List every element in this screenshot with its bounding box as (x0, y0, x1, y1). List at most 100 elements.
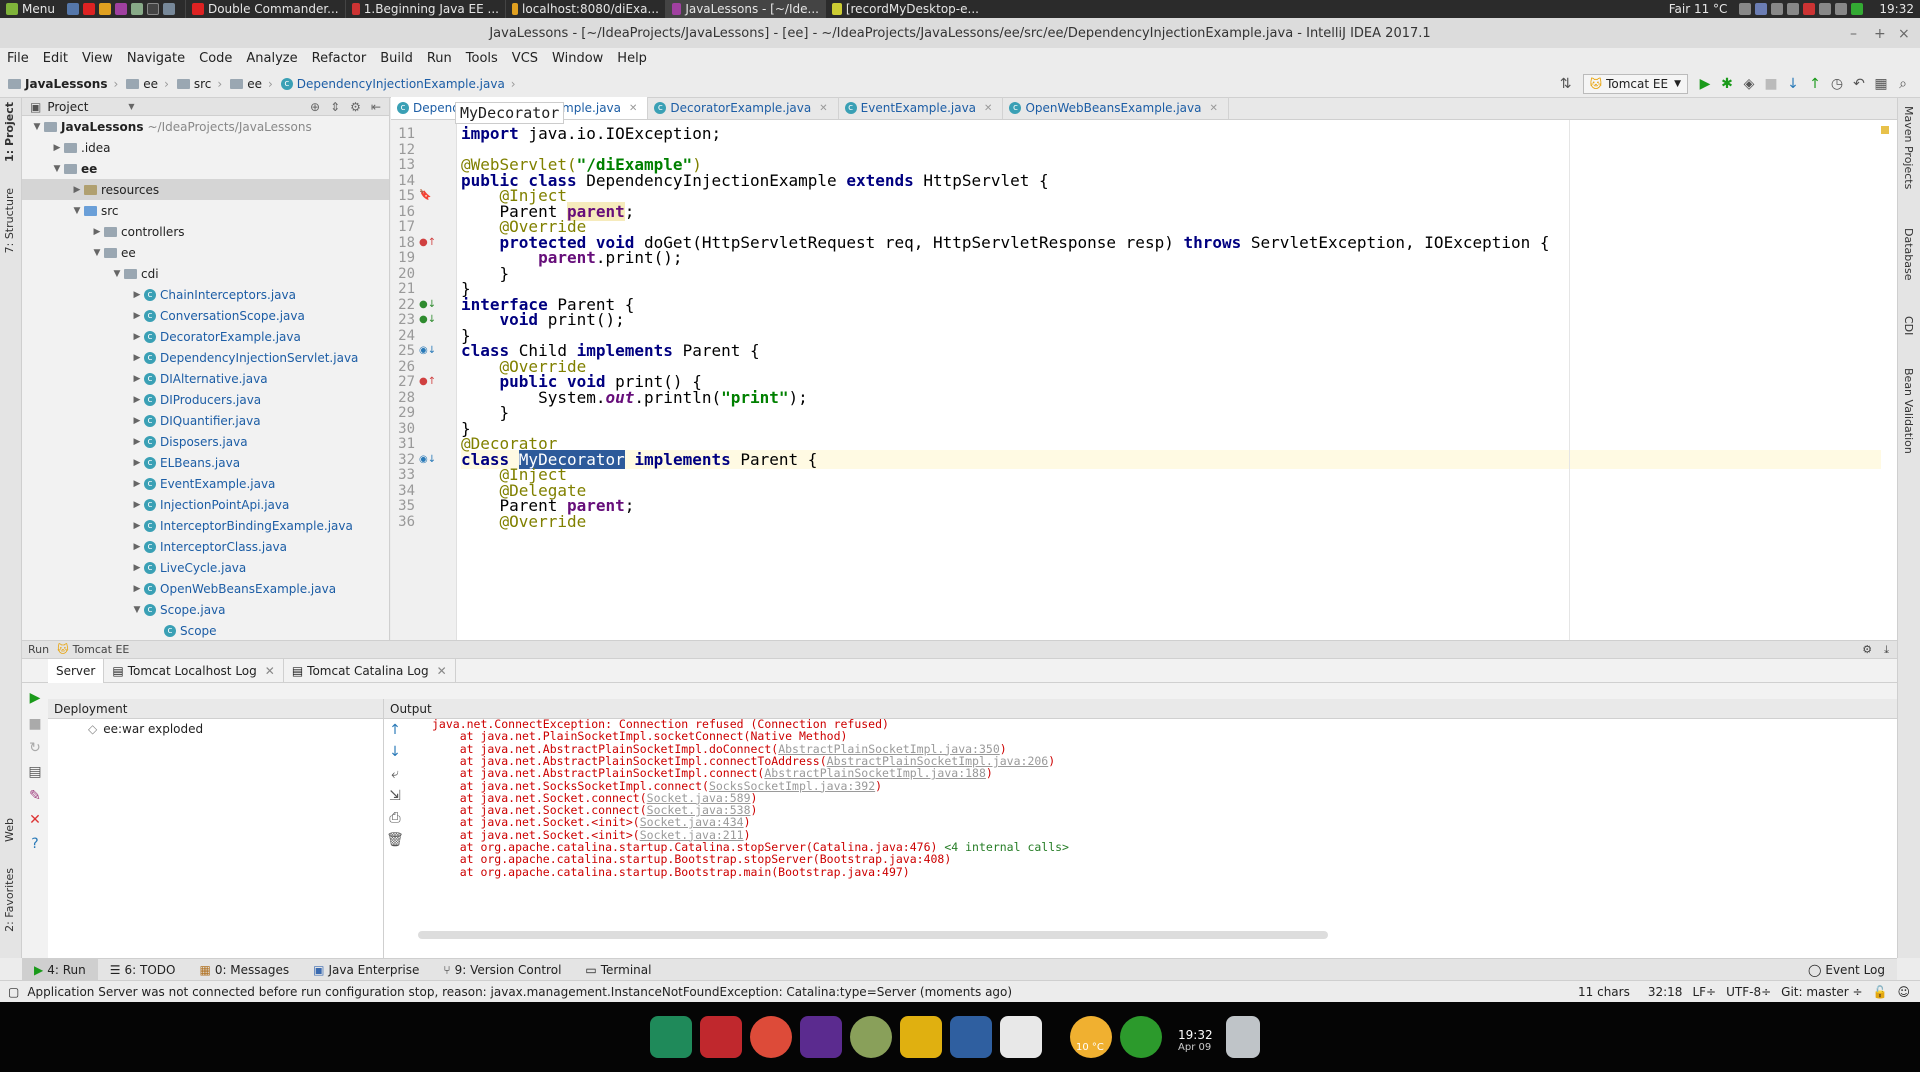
menu-run[interactable]: Run (420, 48, 459, 70)
tree-item[interactable]: ▼ ee (22, 242, 389, 263)
maximize-icon[interactable]: + (1874, 26, 1886, 42)
sort-icon[interactable]: ⇅ (1555, 73, 1577, 95)
tool-tab-cdi[interactable]: CDI (1902, 316, 1915, 335)
close-tab-icon[interactable]: ✕ (1210, 103, 1218, 114)
tree-item[interactable]: ▶ c EventExample.java (22, 473, 389, 494)
tool-tab-maven[interactable]: Maven Projects (1902, 106, 1915, 189)
debug-icon[interactable]: ✱ (1716, 73, 1738, 95)
chevron-right-icon[interactable]: ▶ (130, 353, 144, 363)
system-monitor-icon[interactable] (1120, 1016, 1162, 1058)
menu-window[interactable]: Window (545, 48, 610, 70)
puzzle-app-icon[interactable] (900, 1016, 942, 1058)
bluetooth-icon[interactable] (1835, 3, 1848, 15)
menu-help[interactable]: Help (610, 48, 654, 70)
tree-root[interactable]: ▼ JavaLessons ~/IdeaProjects/JavaLessons (22, 116, 389, 137)
chevron-down-icon[interactable]: ▼ (130, 605, 144, 615)
lock-icon[interactable]: 🔓 (1873, 985, 1888, 999)
chevron-down-icon[interactable]: ▼ (70, 206, 84, 216)
inspector-icon[interactable]: ☺ (1897, 985, 1910, 999)
close-tab-icon[interactable]: ✕ (437, 664, 447, 678)
internal-calls-link[interactable]: <4 internal calls> (944, 840, 1069, 854)
tree-item[interactable]: ▶ controllers (22, 221, 389, 242)
stop-icon[interactable]: ■ (24, 713, 46, 735)
chevron-down-icon[interactable]: ▼ (50, 164, 64, 174)
tool-tab-version-control[interactable]: ⑂ 9: Version Control (431, 959, 573, 981)
tool-tab-event-log[interactable]: ◯ Event Log (1796, 959, 1897, 981)
vcs-update-icon[interactable]: ↓ (1782, 73, 1804, 95)
intellij-icon[interactable] (800, 1016, 842, 1058)
tool-tab-messages[interactable]: ▦ 0: Messages (187, 959, 301, 981)
collapse-icon[interactable]: ⇕ (330, 100, 340, 114)
double-commander-icon[interactable] (82, 3, 95, 15)
weather-icon[interactable]: 10 °C (1070, 1016, 1112, 1058)
tree-item[interactable]: ▶ c DIProducers.java (22, 389, 389, 410)
minimize-icon[interactable]: – (1850, 26, 1857, 42)
status-message[interactable]: Application Server was not connected bef… (27, 985, 1012, 999)
chevron-right-icon[interactable]: ▶ (130, 290, 144, 300)
system-clock[interactable]: 19:32 (1873, 0, 1920, 18)
crumb-module[interactable]: ee › (122, 77, 173, 91)
task-double-commander[interactable]: Double Commander... (184, 0, 345, 18)
task-intellij[interactable]: JavaLessons - [~/Ide... (664, 0, 825, 18)
menu-edit[interactable]: Edit (36, 48, 75, 70)
volume-icon[interactable] (1771, 3, 1784, 15)
up-arrow-icon[interactable]: ↑ (384, 719, 406, 741)
tree-item[interactable]: ▶ c InjectionPointApi.java (22, 494, 389, 515)
rerun-icon[interactable]: ▶ (24, 687, 46, 709)
tree-item[interactable]: ▶ c LiveCycle.java (22, 557, 389, 578)
tool-tab-structure[interactable]: 7: Structure (3, 188, 16, 253)
gutter-marker-icon[interactable]: ●↓ (419, 299, 436, 310)
toggle-tool-windows-icon[interactable]: ▢ (8, 985, 19, 999)
tree-item[interactable]: ▼ ee (22, 158, 389, 179)
menu-navigate[interactable]: Navigate (120, 48, 192, 70)
git-branch[interactable]: Git: master ÷ (1781, 985, 1862, 999)
run-tab-server[interactable]: Server (48, 658, 105, 683)
horizontal-scrollbar[interactable] (418, 931, 1328, 939)
chevron-down-icon[interactable]: ▼ (110, 269, 124, 279)
record-icon[interactable] (1803, 3, 1816, 15)
intellij-icon[interactable] (114, 3, 127, 15)
editor-tab[interactable]: c EventExample.java ✕ (839, 97, 1004, 119)
files-icon[interactable] (162, 3, 175, 15)
tree-item[interactable]: ▶ c DependencyInjectionServlet.java (22, 347, 389, 368)
wrap-icon[interactable]: ⤶ (384, 763, 406, 785)
gutter-marker-icon[interactable]: ◉↓ (419, 345, 436, 356)
close-icon[interactable]: × (1898, 26, 1910, 42)
menu-tools[interactable]: Tools (459, 48, 505, 70)
search-icon[interactable]: ⌕ (1892, 73, 1914, 95)
chevron-right-icon[interactable]: ▶ (130, 374, 144, 384)
gear-icon[interactable]: ⚙ (350, 100, 361, 114)
update-icon[interactable]: ↻ (24, 737, 46, 759)
chevron-right-icon[interactable]: ▶ (130, 437, 144, 447)
tree-item[interactable]: ▶ resources (22, 179, 389, 200)
run-config-select[interactable]: 🐱 Tomcat EE ▼ (1582, 73, 1688, 94)
tree-item[interactable]: ▶ c ChainInterceptors.java (22, 284, 389, 305)
chevron-right-icon[interactable]: ▶ (130, 500, 144, 510)
task-browser[interactable]: localhost:8080/diExa... (504, 0, 665, 18)
tool-tab-java-enterprise[interactable]: ▣ Java Enterprise (301, 959, 431, 981)
tree-item[interactable]: ▶ c ELBeans.java (22, 452, 389, 473)
tool-tab-terminal[interactable]: ▭ Terminal (573, 959, 663, 981)
run-tab-catalina-log[interactable]: ▤ Tomcat Catalina Log ✕ (284, 658, 456, 683)
layout-icon[interactable]: ▤ (24, 761, 46, 783)
chevron-right-icon[interactable]: ▶ (130, 311, 144, 321)
close-tab-icon[interactable]: ✕ (629, 103, 637, 114)
down-arrow-icon[interactable]: ↓ (384, 741, 406, 763)
video-app-icon[interactable] (950, 1016, 992, 1058)
stop-icon[interactable]: ■ (1760, 73, 1782, 95)
print-icon[interactable]: ⎙ (384, 807, 406, 829)
wifi-icon[interactable] (1787, 3, 1800, 15)
scroll-end-icon[interactable]: ⇲ (384, 785, 406, 807)
desktop-icon[interactable] (66, 3, 79, 15)
tree-item[interactable]: ▼ src (22, 200, 389, 221)
project-structure-icon[interactable]: ▦ (1870, 73, 1892, 95)
chevron-right-icon[interactable]: ▶ (90, 227, 104, 237)
trash-icon[interactable] (1226, 1016, 1260, 1058)
editor-tab[interactable]: c DecoratorExample.java ✕ (648, 97, 839, 119)
chevron-down-icon[interactable]: ▼ (90, 248, 104, 258)
double-commander-icon[interactable] (700, 1016, 742, 1058)
gutter-marker-icon[interactable]: ●↑ (419, 237, 436, 248)
chevron-right-icon[interactable]: ▶ (130, 416, 144, 426)
pin-icon[interactable]: ✎ (24, 785, 46, 807)
tool-tab-project[interactable]: 1: Project (3, 102, 16, 162)
